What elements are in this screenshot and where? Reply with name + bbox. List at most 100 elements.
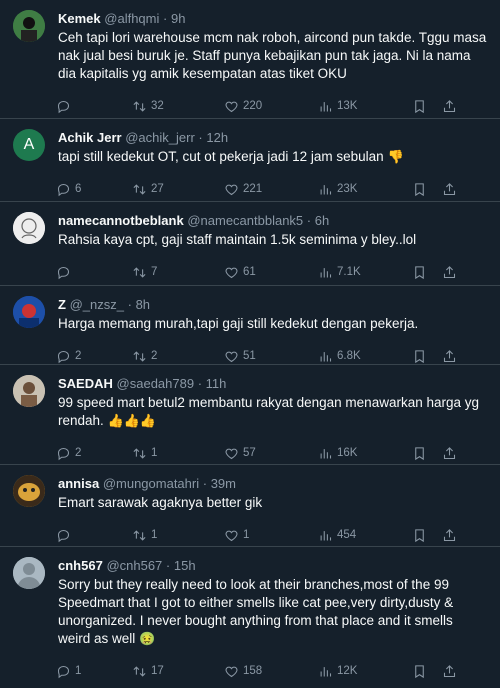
- views-button[interactable]: 7.1K: [318, 265, 412, 280]
- tweet[interactable]: Kemek @alfhqmi · 9h Ceh tapi lori wareho…: [0, 0, 500, 119]
- user-handle[interactable]: @mungomatahri: [103, 476, 199, 491]
- views-button[interactable]: 6.8K: [318, 349, 412, 364]
- bookmark-button[interactable]: [412, 528, 442, 543]
- reply-count: 2: [75, 447, 82, 459]
- reply-button[interactable]: 1: [56, 664, 132, 679]
- like-button[interactable]: 220: [224, 99, 318, 114]
- tweet[interactable]: cnh567 @cnh567 · 15h Sorry but they real…: [0, 547, 500, 679]
- share-button[interactable]: [442, 664, 462, 679]
- view-count: 6.8K: [337, 350, 361, 362]
- avatar-image: [13, 212, 45, 244]
- display-name[interactable]: namecannotbeblank: [58, 213, 184, 228]
- tweet-emoji: 👍👍👍: [107, 413, 157, 428]
- user-handle[interactable]: @_nzsz_: [70, 297, 124, 312]
- views-button[interactable]: 454: [318, 528, 412, 543]
- timestamp[interactable]: 6h: [315, 213, 329, 228]
- like-button[interactable]: 158: [224, 664, 318, 679]
- action-bar: 6 27 221 23K: [56, 172, 488, 206]
- reply-button[interactable]: 6: [56, 182, 132, 197]
- bookmark-button[interactable]: [412, 99, 442, 114]
- timestamp[interactable]: 39m: [211, 476, 236, 491]
- avatar[interactable]: [13, 375, 45, 407]
- timestamp[interactable]: 11h: [206, 376, 227, 391]
- display-name[interactable]: SAEDAH: [58, 376, 113, 391]
- reply-count: 6: [75, 183, 82, 195]
- retweet-button[interactable]: 2: [132, 349, 224, 364]
- avatar[interactable]: [13, 212, 45, 244]
- reply-button[interactable]: [56, 265, 132, 280]
- share-button[interactable]: [442, 99, 462, 114]
- like-button[interactable]: 61: [224, 265, 318, 280]
- retweet-button[interactable]: 7: [132, 265, 224, 280]
- share-button[interactable]: [442, 265, 462, 280]
- avatar[interactable]: [13, 557, 45, 589]
- avatar[interactable]: [13, 10, 45, 42]
- avatar[interactable]: A: [13, 129, 45, 161]
- tweet[interactable]: A Achik Jerr @achik_jerr · 12h tapi stil…: [0, 119, 500, 202]
- share-button[interactable]: [442, 182, 462, 197]
- view-count: 16K: [337, 447, 358, 459]
- separator-dot: ·: [197, 376, 203, 391]
- tweet[interactable]: Z @_nzsz_ · 8h Harga memang murah,tapi g…: [0, 286, 500, 365]
- tweet-text: Emart sarawak agaknya better gik: [58, 494, 488, 512]
- tweet[interactable]: SAEDAH @saedah789 · 11h 99 speed mart be…: [0, 365, 500, 465]
- tweet-header: Z @_nzsz_ · 8h: [58, 296, 488, 313]
- tweet[interactable]: annisa @mungomatahri · 39m Emart sarawak…: [0, 465, 500, 547]
- separator-dot: ·: [202, 476, 208, 491]
- avatar[interactable]: [13, 296, 45, 328]
- bookmark-button[interactable]: [412, 664, 442, 679]
- user-handle[interactable]: @saedah789: [117, 376, 195, 391]
- user-handle[interactable]: @alfhqmi: [104, 11, 159, 26]
- reply-button[interactable]: [56, 99, 132, 114]
- display-name[interactable]: Achik Jerr: [58, 130, 122, 145]
- timestamp[interactable]: 9h: [171, 11, 185, 26]
- share-button[interactable]: [442, 349, 462, 364]
- avatar[interactable]: [13, 475, 45, 507]
- views-button[interactable]: 13K: [318, 99, 412, 114]
- retweet-button[interactable]: 32: [132, 99, 224, 114]
- like-button[interactable]: 57: [224, 446, 318, 461]
- heart-icon: [225, 530, 238, 541]
- views-button[interactable]: 16K: [318, 446, 412, 461]
- tweet[interactable]: namecannotbeblank @namecantbblank5 · 6h …: [0, 202, 500, 286]
- timestamp[interactable]: 8h: [136, 297, 150, 312]
- display-name[interactable]: Kemek: [58, 11, 101, 26]
- tweet-text: Rahsia kaya cpt, gaji staff maintain 1.5…: [58, 231, 488, 249]
- reply-icon: [57, 100, 70, 113]
- action-bar: 7 61 7.1K: [56, 255, 488, 289]
- heart-icon: [225, 448, 238, 459]
- bookmark-button[interactable]: [412, 265, 442, 280]
- retweet-button[interactable]: 17: [132, 664, 224, 679]
- share-icon: [443, 182, 456, 195]
- views-button[interactable]: 12K: [318, 664, 412, 679]
- user-handle[interactable]: @namecantbblank5: [187, 213, 303, 228]
- share-button[interactable]: [442, 528, 462, 543]
- avatar-image: [13, 475, 45, 507]
- retweet-button[interactable]: 1: [132, 528, 224, 543]
- display-name[interactable]: Z: [58, 297, 66, 312]
- display-name[interactable]: annisa: [58, 476, 99, 491]
- bookmark-button[interactable]: [412, 349, 442, 364]
- bookmark-button[interactable]: [412, 446, 442, 461]
- share-icon: [443, 349, 456, 362]
- display-name[interactable]: cnh567: [58, 558, 103, 573]
- reply-button[interactable]: 2: [56, 446, 132, 461]
- views-button[interactable]: 23K: [318, 182, 412, 197]
- retweet-count: 1: [151, 447, 158, 459]
- timestamp[interactable]: 12h: [206, 130, 228, 145]
- like-button[interactable]: 1: [224, 528, 318, 543]
- like-count: 1: [243, 529, 250, 541]
- like-button[interactable]: 51: [224, 349, 318, 364]
- reply-button[interactable]: 2: [56, 349, 132, 364]
- retweet-button[interactable]: 1: [132, 446, 224, 461]
- retweet-button[interactable]: 27: [132, 182, 224, 197]
- user-handle[interactable]: @cnh567: [106, 558, 162, 573]
- like-count: 220: [243, 100, 263, 112]
- like-button[interactable]: 221: [224, 182, 318, 197]
- user-handle[interactable]: @achik_jerr: [125, 130, 195, 145]
- timestamp[interactable]: 15h: [174, 558, 196, 573]
- share-button[interactable]: [442, 446, 462, 461]
- bookmark-button[interactable]: [412, 182, 442, 197]
- reply-button[interactable]: [56, 528, 132, 543]
- tweet-text: tapi still kedekut OT, cut ot pekerja ja…: [58, 148, 488, 166]
